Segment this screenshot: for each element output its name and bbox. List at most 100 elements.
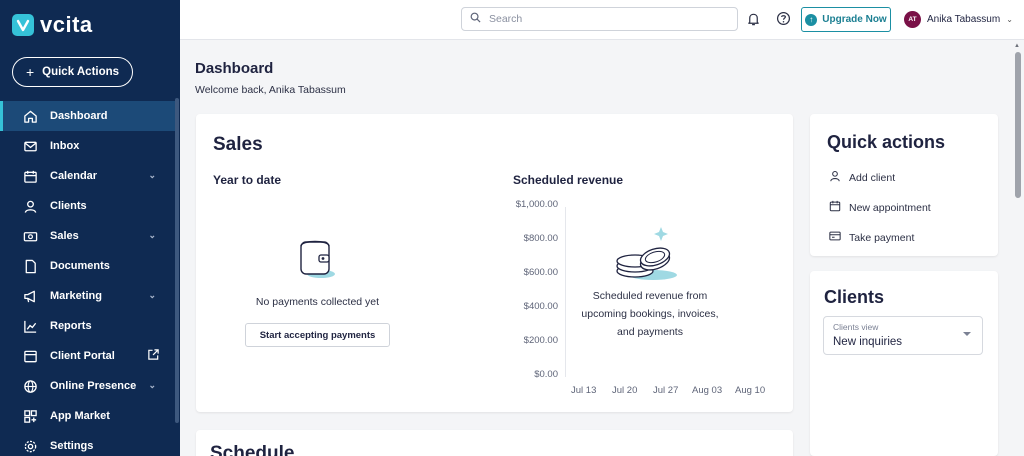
sidebar-item-label: App Market	[50, 410, 110, 422]
main-scrollbar[interactable]	[1015, 52, 1021, 198]
quick-actions-button[interactable]: + Quick Actions	[12, 57, 133, 87]
arrow-up-icon: ↑	[805, 13, 818, 26]
sales-card: Sales Year to date No payments collected…	[196, 114, 793, 412]
sidebar-scrollbar[interactable]	[175, 98, 179, 423]
sidebar-item-sales[interactable]: Sales ⌄	[0, 221, 176, 251]
brand-name: vcita	[40, 12, 93, 37]
gear-icon	[22, 438, 38, 454]
sidebar-item-online-presence[interactable]: Online Presence ⌄	[0, 371, 176, 401]
user-menu[interactable]: AT Anika Tabassum ⌄	[904, 11, 1013, 28]
action-label: Take payment	[849, 231, 915, 244]
sidebar-item-label: Documents	[50, 260, 110, 272]
sidebar: vcita + Quick Actions Dashboard Inbox Ca…	[0, 0, 180, 456]
external-link-icon[interactable]	[147, 348, 160, 364]
y-tick-label: $600.00	[523, 267, 558, 278]
avatar: AT	[904, 11, 921, 28]
sidebar-item-settings[interactable]: Settings	[0, 431, 176, 456]
vcita-logo-icon	[12, 14, 34, 36]
scroll-up-arrow-icon[interactable]: ▲	[1014, 43, 1020, 49]
calendar-icon	[22, 168, 38, 184]
calendar-icon	[829, 200, 841, 215]
y-tick-label: $1,000.00	[515, 199, 558, 210]
y-tick-label: $0.00	[534, 369, 558, 380]
schedule-card: Schedule	[196, 430, 793, 456]
scheduled-revenue-empty-text: Scheduled revenue from upcoming bookings…	[581, 290, 719, 338]
sidebar-item-documents[interactable]: Documents	[0, 251, 176, 281]
sidebar-item-label: Calendar	[50, 170, 98, 182]
sidebar-item-client-portal[interactable]: Client Portal	[0, 341, 176, 371]
action-label: New appointment	[849, 201, 931, 214]
megaphone-icon	[22, 288, 38, 304]
chevron-down-icon: ⌄	[148, 230, 156, 240]
sales-title: Sales	[213, 134, 263, 155]
money-icon	[22, 228, 38, 244]
scheduled-revenue-chart: $1,000.00 $800.00 $600.00 $400.00 $200.0…	[501, 199, 791, 399]
take-payment-action[interactable]: Take payment	[829, 230, 914, 245]
sidebar-item-label: Client Portal	[50, 350, 115, 362]
x-tick-label: Jul 20	[612, 385, 638, 396]
document-icon	[22, 258, 38, 274]
sidebar-item-dashboard[interactable]: Dashboard	[0, 101, 176, 131]
y-tick-label: $200.00	[523, 335, 558, 346]
clients-view-value: New inquiries	[833, 336, 903, 348]
person-icon	[829, 170, 841, 185]
quick-actions-label: Quick Actions	[42, 66, 120, 78]
new-appointment-action[interactable]: New appointment	[829, 200, 931, 215]
x-tick-label: Aug 10	[735, 385, 766, 396]
sidebar-item-label: Sales	[50, 230, 79, 242]
quick-actions-title: Quick actions	[827, 132, 946, 152]
y-axis-line	[565, 207, 566, 377]
search-icon	[470, 12, 481, 26]
wallet-icon	[295, 234, 339, 285]
sidebar-item-inbox[interactable]: Inbox	[0, 131, 176, 161]
sidebar-item-label: Dashboard	[50, 110, 108, 122]
no-payments-text: No payments collected yet	[255, 296, 380, 308]
sidebar-item-reports[interactable]: Reports	[0, 311, 176, 341]
start-accepting-payments-button[interactable]: Start accepting payments	[245, 323, 390, 347]
sidebar-item-label: Marketing	[50, 290, 102, 302]
chart-line-icon	[22, 318, 38, 334]
globe-icon	[22, 378, 38, 394]
chevron-down-icon: ⌄	[1006, 15, 1013, 24]
portal-icon	[22, 348, 38, 364]
chevron-down-icon: ⌄	[148, 380, 156, 390]
upgrade-now-button[interactable]: ↑ Upgrade Now	[801, 7, 891, 32]
sidebar-item-label: Reports	[50, 320, 92, 332]
chevron-down-icon: ⌄	[148, 170, 156, 180]
vcita-logo[interactable]: vcita	[12, 12, 93, 38]
page-title: Dashboard	[195, 60, 274, 77]
person-icon	[22, 198, 38, 214]
payment-icon	[829, 230, 841, 245]
sidebar-item-clients[interactable]: Clients	[0, 191, 176, 221]
sidebar-item-marketing[interactable]: Marketing ⌄	[0, 281, 176, 311]
app-grid-icon	[22, 408, 38, 424]
page-subtitle: Welcome back, Anika Tabassum	[195, 84, 346, 96]
add-client-action[interactable]: Add client	[829, 170, 895, 185]
user-name: Anika Tabassum	[927, 14, 1001, 25]
sidebar-item-label: Online Presence	[50, 380, 137, 392]
search-input[interactable]: Search	[461, 7, 738, 31]
bell-icon[interactable]	[746, 11, 761, 32]
sidebar-item-calendar[interactable]: Calendar ⌄	[0, 161, 176, 191]
clients-view-label: Clients view	[833, 322, 879, 332]
chevron-down-icon: ⌄	[148, 290, 156, 300]
coins-icon	[613, 221, 683, 286]
help-icon[interactable]	[776, 11, 791, 31]
y-tick-label: $800.00	[523, 233, 558, 244]
dropdown-arrow-icon	[963, 332, 971, 336]
sidebar-item-label: Settings	[50, 440, 94, 452]
mail-icon	[22, 138, 38, 154]
action-label: Add client	[849, 171, 896, 184]
quick-actions-card: Quick actions Add client New appointment…	[810, 114, 998, 256]
plus-icon: +	[25, 64, 35, 80]
sidebar-item-app-market[interactable]: App Market	[0, 401, 176, 431]
home-icon	[22, 108, 38, 124]
search-placeholder: Search	[489, 13, 523, 25]
scheduled-revenue-title: Scheduled revenue	[513, 173, 624, 187]
clients-view-select[interactable]: Clients view New inquiries	[823, 316, 983, 355]
upgrade-label: Upgrade Now	[822, 14, 887, 25]
sidebar-nav: Dashboard Inbox Calendar ⌄ Clients Sales…	[0, 101, 176, 456]
x-tick-label: Jul 13	[571, 385, 597, 396]
clients-title: Clients	[824, 287, 885, 307]
schedule-title: Schedule	[210, 443, 295, 456]
